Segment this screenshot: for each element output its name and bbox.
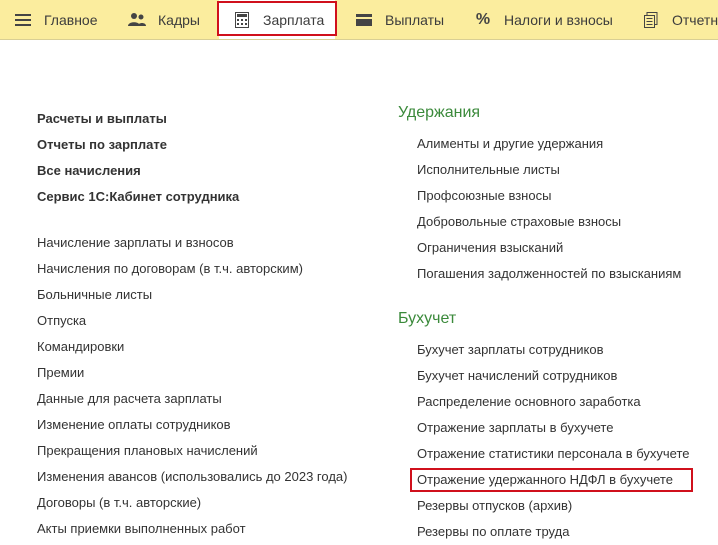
link-work-acceptance-acts[interactable]: Акты приемки выполненных работ [37, 516, 347, 542]
tab-label: Налоги и взносы [504, 11, 613, 28]
deductions-list: Алименты и другие удержания Исполнительн… [398, 131, 689, 287]
tab-main[interactable]: Главное [14, 0, 98, 39]
tab-reports[interactable]: Отчетн [642, 0, 718, 39]
hamburger-menu-icon [14, 11, 32, 29]
link-employee-cabinet-service[interactable]: Сервис 1С:Кабинет сотрудника [37, 184, 347, 210]
accounting-list: Бухучет зарплаты сотрудников Бухучет нач… [398, 337, 689, 545]
top-menu-bar: Главное Кадры Зарплата Выплаты % Налоги … [0, 0, 718, 40]
tab-taxes[interactable]: % Налоги и взносы [474, 0, 613, 39]
link-calculations-payments[interactable]: Расчеты и выплаты [37, 106, 347, 132]
credit-card-icon [355, 11, 373, 29]
tab-salary[interactable]: Зарплата [219, 0, 335, 39]
link-sick-leaves[interactable]: Больничные листы [37, 282, 347, 308]
link-vacation-reserves[interactable]: Резервы отпусков (архив) [417, 493, 689, 519]
left-column: Расчеты и выплаты Отчеты по зарплате Все… [37, 106, 347, 542]
tab-label: Отчетн [672, 11, 718, 28]
link-advance-changes[interactable]: Изменения авансов (использовались до 202… [37, 464, 347, 490]
link-planned-accrual-stops[interactable]: Прекращения плановых начислений [37, 438, 347, 464]
link-salary-accrual[interactable]: Начисление зарплаты и взносов [37, 230, 347, 256]
link-accrual-accounting[interactable]: Бухучет начислений сотрудников [417, 363, 689, 389]
people-icon [128, 11, 146, 29]
percent-icon: % [475, 10, 491, 28]
link-earnings-distribution[interactable]: Распределение основного заработка [417, 389, 689, 415]
tab-label: Зарплата [263, 11, 325, 28]
link-all-accruals[interactable]: Все начисления [37, 158, 347, 184]
link-alimony[interactable]: Алименты и другие удержания [417, 131, 689, 157]
link-contract-accruals[interactable]: Начисления по договорам (в т.ч. авторски… [37, 256, 347, 282]
link-collection-limits[interactable]: Ограничения взысканий [417, 235, 689, 261]
link-voluntary-insurance[interactable]: Добровольные страховые взносы [417, 209, 689, 235]
documents-icon [642, 11, 660, 29]
link-labor-reserves[interactable]: Резервы по оплате труда [417, 519, 689, 545]
link-business-trips[interactable]: Командировки [37, 334, 347, 360]
link-pay-changes[interactable]: Изменение оплаты сотрудников [37, 412, 347, 438]
link-salary-accounting[interactable]: Бухучет зарплаты сотрудников [417, 337, 689, 363]
link-vacations[interactable]: Отпуска [37, 308, 347, 334]
section-title-deductions: Удержания [398, 104, 481, 121]
tab-personnel[interactable]: Кадры [128, 0, 200, 39]
section-title-accounting: Бухучет [398, 310, 457, 327]
tab-payments[interactable]: Выплаты [355, 0, 444, 39]
link-debt-repayments[interactable]: Погашения задолженностей по взысканиям [417, 261, 689, 287]
link-salary-reflection[interactable]: Отражение зарплаты в бухучете [417, 415, 689, 441]
link-bonuses[interactable]: Премии [37, 360, 347, 386]
link-staff-stats-reflection[interactable]: Отражение статистики персонала в бухучет… [417, 441, 689, 467]
link-writs-of-execution[interactable]: Исполнительные листы [417, 157, 689, 183]
calculator-icon [233, 11, 251, 29]
link-ndfl-reflection[interactable]: Отражение удержанного НДФЛ в бухучете [417, 467, 689, 493]
tab-label: Выплаты [385, 11, 445, 28]
tab-label: Кадры [158, 11, 200, 28]
link-union-fees[interactable]: Профсоюзные взносы [417, 183, 689, 209]
link-salary-reports[interactable]: Отчеты по зарплате [37, 132, 347, 158]
link-contracts[interactable]: Договоры (в т.ч. авторские) [37, 490, 347, 516]
tab-label: Главное [44, 11, 98, 28]
link-salary-data[interactable]: Данные для расчета зарплаты [37, 386, 347, 412]
right-column: Удержания Алименты и другие удержания Ис… [398, 101, 689, 545]
